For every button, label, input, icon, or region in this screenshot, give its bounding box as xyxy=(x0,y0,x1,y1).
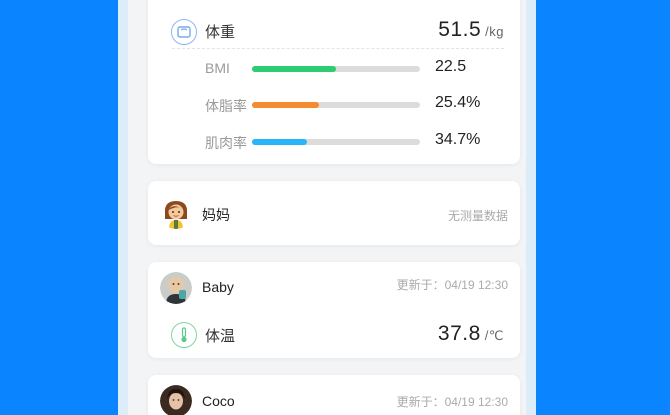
weight-value: 51.5 xyxy=(438,18,482,41)
metric-value: 25.4% xyxy=(435,94,481,111)
metric-label: 体脂率 xyxy=(205,98,247,114)
metric-label: BMI xyxy=(205,60,230,76)
weight-row: 体重 51.5/kg xyxy=(148,12,520,52)
temperature-value-group: 37.8/℃ xyxy=(438,322,504,346)
body-data-card[interactable]: 体重 51.5/kg BMI 22.5 体脂率 25.4% 肌肉率 34.7% xyxy=(148,0,520,164)
metric-bar-fill xyxy=(252,66,336,72)
metric-row-muscle: 肌肉率 34.7% xyxy=(148,131,520,153)
weight-label: 体重 xyxy=(205,24,236,41)
metric-bar-track xyxy=(252,102,420,108)
update-time: 更新于：04/19 12:30 xyxy=(396,395,508,409)
update-time: 更新于：04/19 12:30 xyxy=(396,278,508,292)
member-card-coco[interactable]: Coco 更新于：04/19 12:30 xyxy=(148,375,520,415)
avatar xyxy=(160,197,192,229)
temperature-value: 37.8 xyxy=(437,322,481,345)
metric-row-body-fat: 体脂率 25.4% xyxy=(148,94,520,116)
thermometer-icon xyxy=(171,322,197,348)
member-card-baby[interactable]: Baby 更新于：04/19 12:30 体温 37.8/℃ xyxy=(148,262,520,358)
avatar xyxy=(160,385,192,415)
avatar xyxy=(160,272,192,304)
metric-bar-fill xyxy=(252,102,320,108)
metric-value: 34.7% xyxy=(435,131,481,148)
temperature-unit: /℃ xyxy=(484,328,504,343)
metric-bar-track xyxy=(252,66,420,72)
metric-bar-track xyxy=(252,139,420,145)
temperature-label: 体温 xyxy=(205,328,236,345)
member-name: Coco xyxy=(202,393,235,409)
member-name: 妈妈 xyxy=(202,207,230,223)
metric-row-bmi: BMI 22.5 xyxy=(148,58,520,80)
divider xyxy=(172,48,504,49)
weight-value-group: 51.5/kg xyxy=(438,18,504,42)
scale-icon xyxy=(171,19,197,45)
member-name: Baby xyxy=(202,279,234,295)
metric-label: 肌肉率 xyxy=(205,135,247,151)
metric-value: 22.5 xyxy=(435,58,467,75)
metric-bar-fill xyxy=(252,139,308,145)
member-card-mama[interactable]: 妈妈 无测量数据 xyxy=(148,181,520,245)
phone-frame: 体重 51.5/kg BMI 22.5 体脂率 25.4% 肌肉率 34.7% … xyxy=(118,0,536,415)
no-data-label: 无测量数据 xyxy=(447,209,508,223)
weight-unit: /kg xyxy=(485,24,504,39)
temperature-row: 体温 37.8/℃ xyxy=(148,314,520,354)
app-screen: 体重 51.5/kg BMI 22.5 体脂率 25.4% 肌肉率 34.7% … xyxy=(128,0,526,415)
